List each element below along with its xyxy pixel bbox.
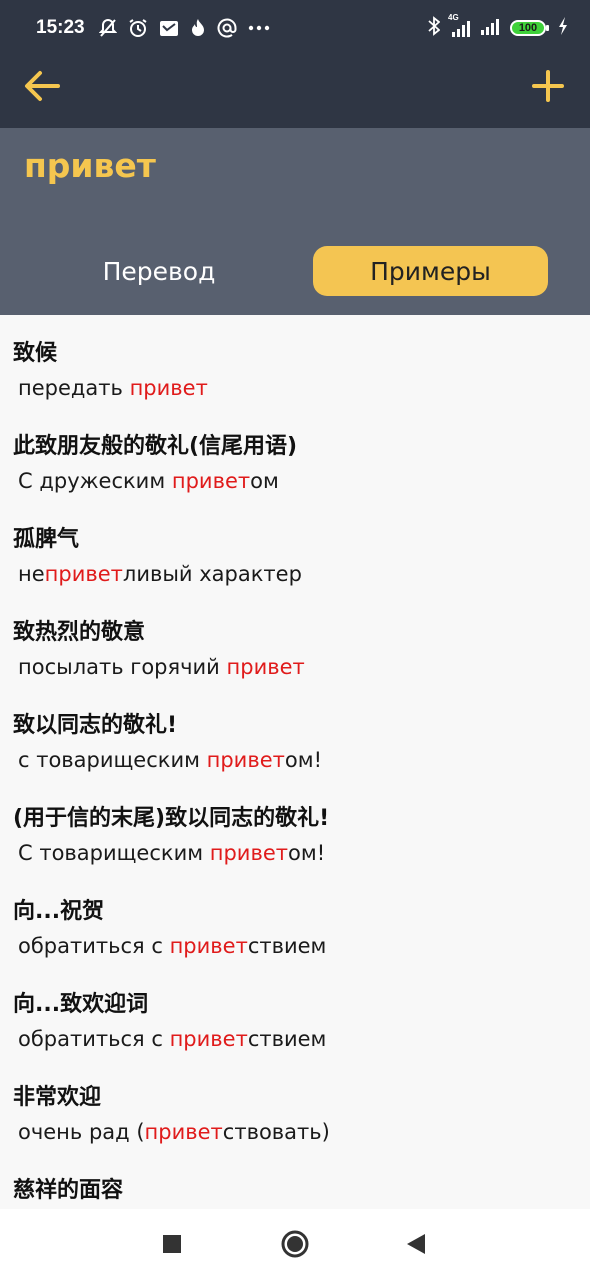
- example-russian: неприветливый характер: [18, 559, 580, 589]
- bluetooth-icon: [428, 15, 441, 41]
- list-item[interactable]: (用于信的末尾)致以同志的敬礼! С товарищеским приветом…: [13, 804, 580, 868]
- example-text: ом!: [284, 748, 322, 772]
- example-highlight: привет: [169, 934, 248, 958]
- tab-examples[interactable]: Примеры: [313, 246, 548, 296]
- triangle-back-icon: [407, 1234, 425, 1254]
- example-chinese: 致热烈的敬意: [13, 620, 146, 645]
- example-text: ствием: [247, 934, 327, 958]
- status-bar: 15:23 4G 100: [0, 0, 590, 56]
- example-russian: посылать горячий привет: [18, 652, 580, 682]
- list-item[interactable]: 致热烈的敬意 посылать горячий привет: [13, 618, 580, 682]
- example-chinese: 向...祝贺: [13, 899, 105, 924]
- example-russian: С товарищеским приветом!: [18, 838, 580, 868]
- example-chinese: 慈祥的面容: [13, 1178, 124, 1203]
- add-button[interactable]: [530, 66, 566, 106]
- more-notifications-icon: [248, 25, 270, 31]
- example-highlight: привет: [171, 469, 251, 493]
- example-text: ствовать): [222, 1120, 330, 1144]
- example-text: обратиться с: [18, 934, 170, 958]
- example-russian: обратиться с приветствием: [18, 1024, 580, 1054]
- signal-4g-icon: 4G: [448, 13, 472, 37]
- example-russian: с товарищеским приветом!: [18, 745, 580, 775]
- wallet-icon: [159, 18, 179, 38]
- example-chinese: 非常欢迎: [13, 1085, 102, 1110]
- system-nav-bar: [0, 1209, 590, 1280]
- example-highlight: привет: [144, 1120, 223, 1144]
- flame-icon: [190, 18, 206, 38]
- list-item[interactable]: 致以同志的敬礼! с товарищеским приветом!: [13, 711, 580, 775]
- example-text: ствием: [247, 1027, 327, 1051]
- example-text: С товарищеским: [18, 841, 210, 865]
- list-item[interactable]: 非常欢迎 очень рад (приветствовать): [13, 1083, 580, 1147]
- square-icon: [163, 1235, 181, 1253]
- home-button[interactable]: [278, 1227, 312, 1261]
- signal-icon: [480, 17, 502, 40]
- example-russian: С дружеским приветом: [18, 466, 580, 496]
- example-text: очень рад (: [18, 1120, 145, 1144]
- example-highlight: привет: [129, 376, 208, 400]
- example-chinese: 致以同志的敬礼!: [13, 713, 178, 738]
- list-item[interactable]: 孤脾气 неприветливый характер: [13, 525, 580, 589]
- list-item[interactable]: 向...致欢迎词 обратиться с приветствием: [13, 990, 580, 1054]
- example-chinese: (用于信的末尾)致以同志的敬礼!: [13, 806, 330, 831]
- plus-icon: [532, 70, 564, 102]
- word-title: привет: [24, 146, 156, 185]
- tab-translation[interactable]: Перевод: [44, 246, 274, 296]
- list-item[interactable]: 向...祝贺 обратиться с приветствием: [13, 897, 580, 961]
- example-highlight: привет: [206, 748, 285, 772]
- example-chinese: 孤脾气: [13, 527, 80, 552]
- example-text: ливый характер: [122, 562, 302, 586]
- example-russian: очень рад (приветствовать): [18, 1117, 580, 1147]
- example-text: не: [18, 562, 45, 586]
- example-highlight: привет: [44, 562, 123, 586]
- example-text: ом: [250, 469, 279, 493]
- example-text: обратиться с: [18, 1027, 170, 1051]
- example-text: С дружеским: [18, 469, 172, 493]
- example-russian: передать привет: [18, 373, 580, 403]
- app-bar: [0, 56, 590, 128]
- example-text: с товарищеским: [18, 748, 207, 772]
- example-text: ом!: [288, 841, 326, 865]
- example-chinese: 向...致欢迎词: [13, 992, 149, 1017]
- back-button[interactable]: [22, 66, 62, 106]
- circle-icon: [281, 1230, 309, 1258]
- at-icon: [217, 18, 237, 38]
- arrow-left-icon: [25, 71, 60, 101]
- example-text: передать: [18, 376, 130, 400]
- list-item[interactable]: 致候 передать привет: [13, 339, 580, 403]
- example-highlight: привет: [226, 655, 305, 679]
- example-highlight: привет: [209, 841, 288, 865]
- battery-indicator: 100: [510, 20, 549, 36]
- examples-list[interactable]: 致候 передать привет 此致朋友般的敬礼(信尾用语) С друж…: [0, 315, 590, 1209]
- example-chinese: 此致朋友般的敬礼(信尾用语): [13, 434, 298, 459]
- mute-notifications-icon: [98, 18, 117, 38]
- status-time: 15:23: [36, 17, 85, 38]
- example-russian: обратиться с приветствием: [18, 931, 580, 961]
- alarm-icon: [128, 18, 148, 38]
- recents-button[interactable]: [155, 1227, 189, 1261]
- charging-icon: [558, 16, 568, 40]
- network-type: 4G: [448, 13, 459, 22]
- example-chinese: 致候: [13, 341, 58, 366]
- list-item[interactable]: 慈祥的面容: [13, 1176, 580, 1206]
- word-header: привет Перевод Примеры: [0, 128, 590, 315]
- list-item[interactable]: 此致朋友般的敬礼(信尾用语) С дружеским приветом: [13, 432, 580, 496]
- example-text: посылать горячий: [18, 655, 227, 679]
- example-highlight: привет: [169, 1027, 248, 1051]
- back-nav-button[interactable]: [399, 1227, 433, 1261]
